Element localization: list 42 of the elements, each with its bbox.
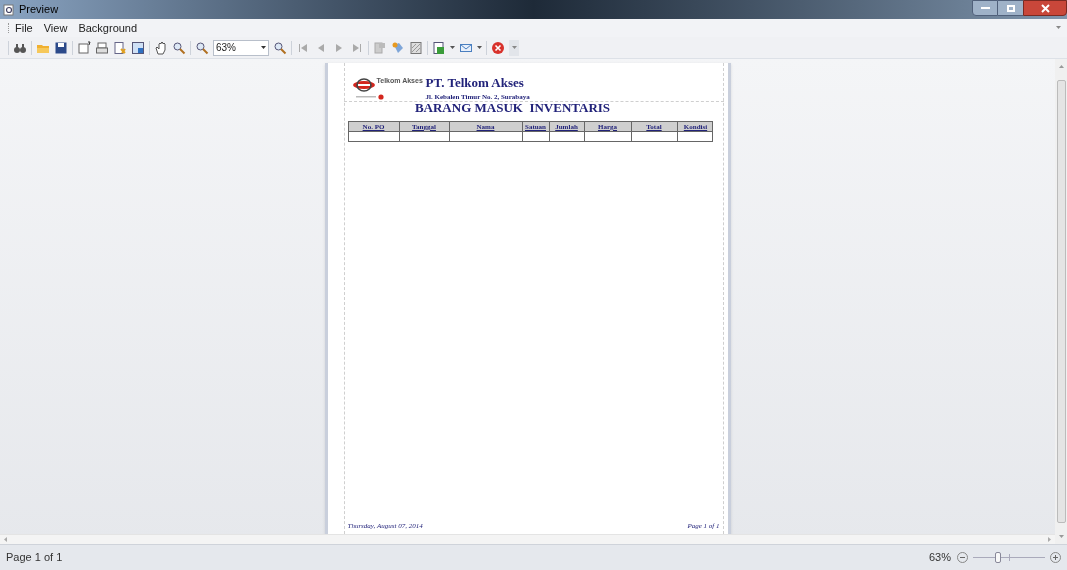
paint-bucket-icon[interactable]	[391, 40, 405, 55]
zoom-icon[interactable]	[172, 40, 186, 55]
window-title: Preview	[19, 2, 59, 18]
slider-thumb[interactable]	[994, 552, 1001, 563]
save-icon[interactable]	[54, 40, 68, 55]
scroll-right-icon[interactable]	[1048, 537, 1051, 542]
print-icon[interactable]	[95, 40, 109, 55]
scroll-left-icon[interactable]	[4, 537, 7, 542]
export-icon[interactable]	[432, 40, 446, 55]
zoom-dropdown[interactable]: 63%	[213, 39, 269, 56]
app-icon	[3, 3, 15, 16]
logo-icon	[351, 77, 376, 93]
scroll-up-icon[interactable]	[1058, 65, 1064, 68]
caret-icon[interactable]	[450, 46, 455, 49]
hand-icon[interactable]	[154, 40, 168, 55]
menu-dropdown-icon[interactable]	[1056, 26, 1061, 29]
overflow-button[interactable]	[509, 39, 519, 56]
zoom-icon[interactable]	[273, 40, 287, 55]
resize-icon[interactable]	[131, 40, 145, 55]
page-setup-icon[interactable]	[77, 40, 91, 55]
page-indicator: Page 1 of 1	[6, 550, 63, 566]
minimize-button[interactable]	[972, 0, 998, 16]
document-icon[interactable]	[113, 40, 127, 55]
report-title: BARANG MASUK INVENTARIS	[414, 100, 611, 115]
menu-item[interactable]: File	[15, 19, 33, 37]
close-button[interactable]	[1023, 0, 1067, 16]
zoom-icon[interactable]	[195, 40, 209, 55]
dropdown-icon	[261, 46, 266, 49]
logo-mark-icon	[355, 94, 386, 100]
close-icon[interactable]	[491, 40, 505, 55]
close-icon	[1040, 3, 1050, 13]
menu-item[interactable]: View	[43, 19, 68, 37]
zoom-slider[interactable]	[973, 552, 1045, 563]
zoom-percentage: 63%	[928, 550, 951, 566]
caret-icon	[511, 46, 517, 49]
maximize-button[interactable]	[998, 0, 1023, 16]
scroll-down-icon[interactable]	[1058, 535, 1064, 538]
zoom-in-button[interactable]	[1050, 552, 1061, 563]
company-name: PT. Telkom Akses	[425, 75, 525, 90]
menu-item[interactable]: Background	[78, 19, 138, 37]
watermark-icon[interactable]	[409, 40, 423, 55]
caret-icon[interactable]	[477, 46, 482, 49]
